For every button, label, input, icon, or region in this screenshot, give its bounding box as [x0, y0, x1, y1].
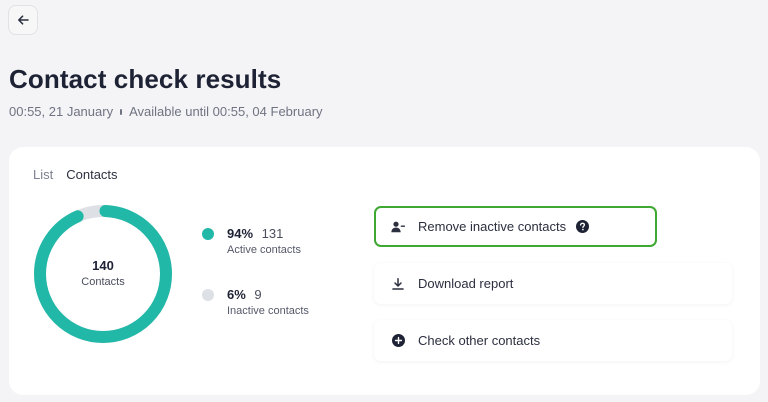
results-card: List Contacts 140 Contacts 94% 131 Activ… — [9, 147, 760, 395]
back-button[interactable] — [8, 5, 38, 35]
active-dot — [202, 228, 214, 240]
separator — [120, 108, 123, 115]
donut-segment-active — [34, 205, 172, 343]
download-report-button[interactable]: Download report — [374, 263, 732, 304]
active-label: Active contacts — [227, 244, 301, 256]
active-percent: 94% — [227, 226, 254, 241]
plus-circle-icon — [391, 334, 405, 348]
remove-inactive-contacts-button[interactable]: Remove inactive contacts — [374, 206, 657, 247]
tabs: List Contacts — [33, 167, 118, 182]
contact-check-results-page: Contact check results 00:55, 21 January … — [0, 0, 768, 402]
available-until: Available until 00:55, 04 February — [129, 104, 323, 119]
download-report-label: Download report — [418, 276, 514, 291]
arrow-left-icon — [17, 14, 29, 26]
tab-list[interactable]: List — [33, 167, 53, 182]
inactive-percent: 6% — [227, 287, 246, 302]
contacts-donut-chart — [34, 205, 172, 343]
check-other-contacts-label: Check other contacts — [418, 333, 541, 348]
legend-inactive: 6% 9 Inactive contacts — [202, 286, 309, 318]
legend-active: 94% 131 Active contacts — [202, 225, 301, 257]
tab-contacts[interactable]: Contacts — [66, 167, 117, 182]
inactive-dot — [202, 289, 214, 301]
check-other-contacts-button[interactable]: Check other contacts — [374, 320, 732, 361]
inactive-label: Inactive contacts — [227, 305, 309, 317]
remove-inactive-contacts-label: Remove inactive contacts — [418, 219, 567, 234]
help-circle-icon[interactable] — [576, 220, 590, 233]
page-subtitle: 00:55, 21 January Available until 00:55,… — [9, 104, 323, 119]
active-count: 131 — [261, 226, 284, 241]
page-title: Contact check results — [9, 64, 282, 94]
created-timestamp: 00:55, 21 January — [9, 104, 114, 119]
download-icon — [391, 277, 405, 291]
inactive-count: 9 — [254, 287, 262, 302]
user-remove-icon — [391, 220, 405, 234]
